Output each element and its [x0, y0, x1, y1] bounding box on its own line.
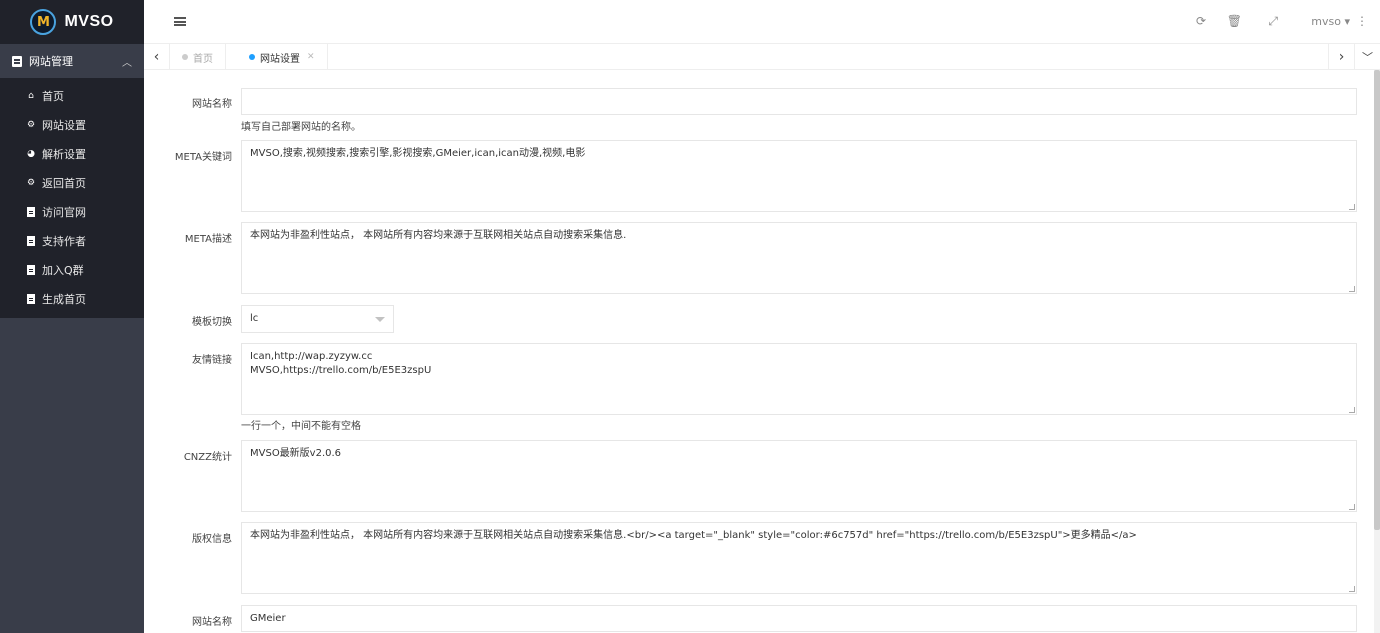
tab-site-settings[interactable]: 网站设置 ✕ [237, 44, 328, 70]
sidebar-item-join-qq-group[interactable]: 加入Q群 [0, 255, 144, 284]
template-label: 模板切换 [192, 317, 232, 328]
tab-scroll-right-icon[interactable]: › [1328, 44, 1354, 70]
home-icon: ⌂ [28, 90, 34, 101]
document-icon [27, 264, 35, 275]
caret-down-icon [375, 317, 385, 322]
caret-down-icon: ▾ [1344, 15, 1350, 28]
sidebar-item-label: 返回首页 [42, 176, 86, 190]
meta-keywords-textarea[interactable]: MVSO,搜索,视频搜索,搜索引擎,影视搜索,GMeier,ican,ican动… [241, 140, 1357, 212]
sidebar-item-home[interactable]: ⌂ 首页 [0, 81, 144, 110]
friend-links-textarea[interactable]: Ican,http://wap.zyzyw.cc MVSO,https://tr… [241, 343, 1357, 415]
resize-handle-icon[interactable] [1349, 407, 1355, 413]
content-scrollbar[interactable] [1374, 70, 1380, 530]
site-name-2-input[interactable]: GMeier [241, 605, 1357, 632]
sidebar-item-label: 网站设置 [42, 118, 86, 132]
resize-handle-icon[interactable] [1349, 204, 1355, 210]
sidebar-item-label: 加入Q群 [42, 263, 84, 277]
cnzz-textarea[interactable]: MVSO最新版v2.0.6 [241, 440, 1357, 512]
document-icon [27, 235, 35, 246]
site-name-help: 填写自己部署网站的名称。 [241, 122, 361, 133]
site-name-2-label: 网站名称 [192, 617, 232, 628]
close-icon[interactable]: ✕ [307, 52, 315, 62]
sidebar-nav-list: ⌂ 首页 ⚙ 网站设置 ◕ 解析设置 ⚙ 返回首页 访问官网 支持作者 加入Q群 [0, 78, 144, 318]
tab-label: 首页 [193, 53, 213, 65]
resize-handle-icon[interactable] [1349, 286, 1355, 292]
sidebar-group-label: 网站管理 [29, 55, 73, 68]
meta-description-textarea[interactable]: 本网站为非盈利性站点， 本网站所有内容均来源于互联网相关站点自动搜索采集信息. [241, 222, 1357, 294]
dashboard-icon: ◕ [27, 148, 35, 159]
sidebar-item-back-home[interactable]: ⚙ 返回首页 [0, 168, 144, 197]
cnzz-label: CNZZ统计 [183, 452, 232, 463]
top-header: ⟳ 🗑 ⤢ mvso ▾ ⋮ [144, 0, 1380, 44]
trash-icon[interactable]: 🗑 [1227, 14, 1242, 28]
sidebar-item-parse-settings[interactable]: ◕ 解析设置 [0, 139, 144, 168]
template-select[interactable]: lc [241, 305, 394, 333]
sidebar-item-label: 生成首页 [42, 292, 86, 306]
user-menu[interactable]: mvso ▾ [1311, 15, 1350, 28]
tab-dot [249, 54, 255, 60]
refresh-icon[interactable]: ⟳ [1196, 14, 1206, 28]
sidebar-item-label: 首页 [42, 89, 64, 103]
settings-form: 网站名称 填写自己部署网站的名称。 META关键词 MVSO,搜索,视频搜索,搜… [144, 70, 1374, 633]
logo-icon: M [30, 9, 57, 35]
settings-icon: ⚙ [26, 119, 36, 130]
meta-description-label: META描述 [184, 234, 232, 245]
sidebar-item-label: 支持作者 [42, 234, 86, 248]
sidebar-item-site-settings[interactable]: ⚙ 网站设置 [0, 110, 144, 139]
chevron-up-icon: ︿ [122, 58, 132, 69]
gears-icon: ⚙ [26, 177, 36, 188]
sidebar-item-label: 解析设置 [42, 147, 86, 161]
sidebar-item-support-author[interactable]: 支持作者 [0, 226, 144, 255]
document-icon [27, 206, 35, 217]
chevron-down-icon[interactable]: ﹀ [1354, 44, 1380, 70]
tab-label: 网站设置 [260, 53, 300, 65]
copyright-label: 版权信息 [192, 534, 232, 545]
tab-scroll-left-icon[interactable]: ‹ [144, 44, 170, 70]
site-name-label: 网站名称 [192, 99, 232, 110]
sidebar-group-site-management[interactable]: 网站管理 ︿ [0, 44, 144, 78]
copyright-textarea[interactable]: 本网站为非盈利性站点， 本网站所有内容均来源于互联网相关站点自动搜索采集信息.<… [241, 522, 1357, 594]
resize-handle-icon[interactable] [1349, 504, 1355, 510]
username: mvso [1311, 15, 1341, 28]
logo[interactable]: M MVSO [0, 0, 144, 44]
meta-keywords-label: META关键词 [174, 152, 232, 163]
tab-home[interactable]: 首页 [170, 44, 226, 70]
folder-icon [12, 55, 22, 67]
site-name-input[interactable] [241, 88, 1357, 115]
tab-dot [182, 54, 188, 60]
more-icon[interactable]: ⋮ [1356, 14, 1368, 28]
resize-handle-icon[interactable] [1349, 586, 1355, 592]
fullscreen-icon[interactable]: ⤢ [1268, 14, 1278, 29]
tab-bar: ‹ 首页 网站设置 ✕ › ﹀ [144, 44, 1380, 70]
menu-toggle-icon[interactable] [174, 17, 186, 26]
document-icon [27, 293, 35, 304]
sidebar-item-generate-home[interactable]: 生成首页 [0, 284, 144, 313]
sidebar: M MVSO 网站管理 ︿ ⌂ 首页 ⚙ 网站设置 ◕ 解析设置 ⚙ 返回首页 … [0, 0, 144, 633]
brand-name: MVSO [64, 13, 114, 30]
sidebar-item-label: 访问官网 [42, 205, 86, 219]
friend-links-label: 友情链接 [192, 355, 232, 366]
friend-links-help: 一行一个，中间不能有空格 [241, 421, 361, 432]
sidebar-item-official-site[interactable]: 访问官网 [0, 197, 144, 226]
